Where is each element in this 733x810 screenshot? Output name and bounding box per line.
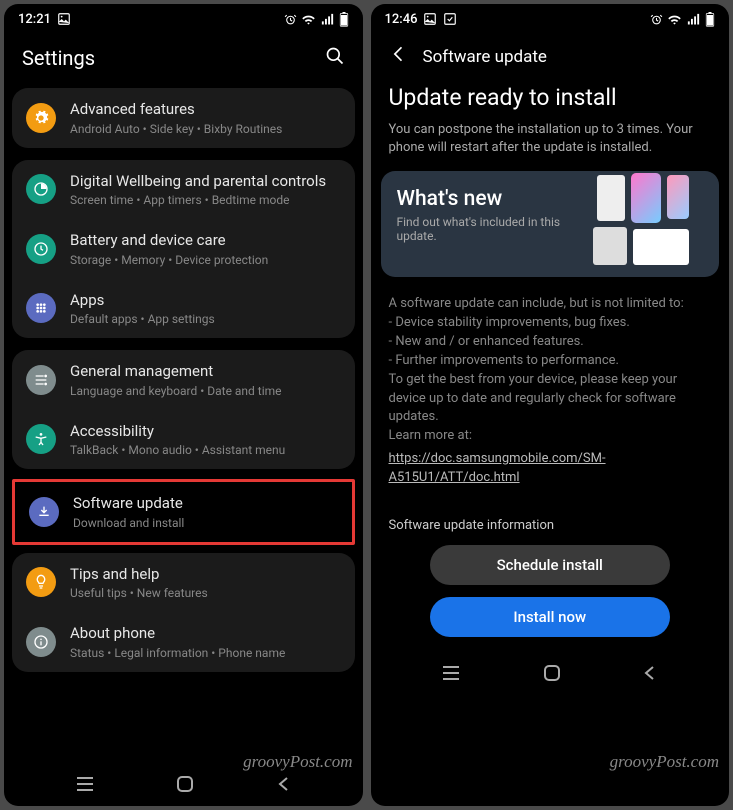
status-bar: 12:21 — [4, 4, 363, 34]
settings-item[interactable]: Apps Default apps • App settings — [12, 279, 355, 339]
update-desc: You can postpone the installation up to … — [371, 121, 730, 171]
phone-settings: 12:21 Settings Advanced features Android… — [4, 4, 363, 806]
item-title: Digital Wellbeing and parental controls — [70, 172, 341, 192]
settings-item[interactable]: About phone Status • Legal information •… — [12, 612, 355, 672]
battery-icon — [339, 12, 349, 27]
update-title: Update ready to install — [371, 80, 730, 121]
watermark: groovyPost.com — [610, 752, 719, 772]
update-icon — [29, 497, 59, 527]
apps-icon — [26, 293, 56, 323]
settings-item[interactable]: Software update Download and install — [12, 479, 355, 545]
battery-icon — [26, 234, 56, 264]
whatsnew-sub: Find out what's included in this update. — [397, 215, 581, 243]
settings-item[interactable]: Advanced features Android Auto • Side ke… — [12, 88, 355, 148]
wellbeing-icon — [26, 174, 56, 204]
check-icon — [443, 12, 457, 26]
item-title: Apps — [70, 291, 341, 311]
item-title: General management — [70, 362, 341, 382]
item-title: Accessibility — [70, 422, 341, 442]
search-button[interactable] — [325, 46, 345, 70]
update-detail: A software update can include, but is no… — [371, 287, 730, 495]
install-now-button[interactable]: Install now — [430, 597, 670, 637]
status-time: 12:21 — [18, 12, 51, 27]
info-section-title: Software update information — [371, 496, 730, 533]
learn-more-link[interactable]: https://doc.samsungmobile.com/SM-A515U1/… — [389, 450, 712, 488]
about-icon — [26, 627, 56, 657]
signal-icon — [686, 12, 701, 27]
nav-recents[interactable] — [441, 665, 461, 685]
phone-update: 12:46 Software update Update ready to in… — [371, 4, 730, 806]
nav-bar — [371, 655, 730, 695]
signal-icon — [320, 12, 335, 27]
settings-item[interactable]: General management Language and keyboard… — [12, 350, 355, 410]
battery-icon — [705, 12, 715, 27]
header-title: Software update — [423, 47, 547, 67]
back-button[interactable] — [389, 44, 409, 70]
item-sub: Screen time • App timers • Bedtime mode — [70, 193, 341, 207]
item-sub: Download and install — [73, 516, 338, 530]
button-area: Schedule install Install now — [371, 533, 730, 655]
status-time: 12:46 — [385, 12, 418, 27]
nav-bar — [4, 766, 363, 806]
settings-list[interactable]: Advanced features Android Auto • Side ke… — [4, 88, 363, 766]
whatsnew-art — [591, 179, 711, 269]
schedule-install-button[interactable]: Schedule install — [430, 545, 670, 585]
item-sub: Status • Legal information • Phone name — [70, 646, 341, 660]
settings-item[interactable]: Digital Wellbeing and parental controls … — [12, 160, 355, 220]
tips-icon — [26, 567, 56, 597]
image-icon — [57, 12, 71, 26]
whatsnew-card[interactable]: What's new Find out what's included in t… — [381, 171, 720, 277]
alarm-icon — [284, 13, 297, 26]
wifi-icon — [667, 12, 682, 27]
item-title: Tips and help — [70, 565, 341, 585]
general-icon — [26, 365, 56, 395]
accessibility-icon — [26, 424, 56, 454]
item-title: Advanced features — [70, 100, 341, 120]
nav-back[interactable] — [642, 665, 658, 685]
status-bar: 12:46 — [371, 4, 730, 34]
item-sub: Android Auto • Side key • Bixby Routines — [70, 122, 341, 136]
item-title: Software update — [73, 494, 338, 514]
nav-back[interactable] — [276, 776, 292, 796]
item-sub: Language and keyboard • Date and time — [70, 384, 341, 398]
item-title: Battery and device care — [70, 231, 341, 251]
item-sub: Storage • Memory • Device protection — [70, 253, 341, 267]
alarm-icon — [650, 13, 663, 26]
update-header: Software update — [371, 34, 730, 80]
item-sub: Default apps • App settings — [70, 312, 341, 326]
nav-home[interactable] — [543, 664, 561, 686]
wifi-icon — [301, 12, 316, 27]
gear-icon — [26, 103, 56, 133]
settings-header: Settings — [4, 34, 363, 88]
image-icon — [423, 12, 437, 26]
settings-item[interactable]: Accessibility TalkBack • Mono audio • As… — [12, 410, 355, 470]
item-sub: Useful tips • New features — [70, 586, 341, 600]
item-sub: TalkBack • Mono audio • Assistant menu — [70, 443, 341, 457]
settings-item[interactable]: Tips and help Useful tips • New features — [12, 553, 355, 613]
item-title: About phone — [70, 624, 341, 644]
nav-home[interactable] — [176, 775, 194, 797]
settings-item[interactable]: Battery and device care Storage • Memory… — [12, 219, 355, 279]
page-title: Settings — [22, 46, 95, 70]
nav-recents[interactable] — [75, 776, 95, 796]
